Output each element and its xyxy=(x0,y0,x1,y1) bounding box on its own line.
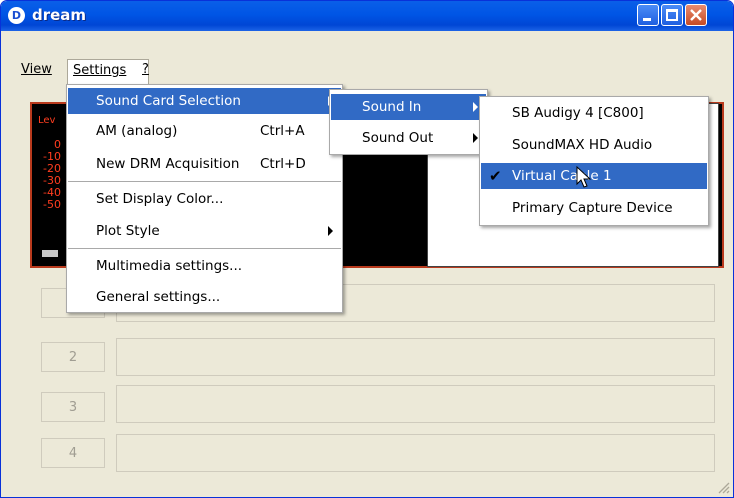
meter-led xyxy=(42,250,58,257)
menu-settings[interactable]: Settings xyxy=(67,59,149,85)
menu-item-label: Multimedia settings... xyxy=(96,258,243,274)
window-title: dream xyxy=(32,6,87,24)
menu-item-sb-audigy[interactable]: SB Audigy 4 [C800] xyxy=(481,100,707,126)
minimize-icon xyxy=(643,18,651,21)
menu-item-soundmax[interactable]: SoundMAX HD Audio xyxy=(481,132,707,158)
menu-item-new-drm-acquisition[interactable]: New DRM Acquisition Ctrl+D xyxy=(68,151,341,177)
menu-item-label: Virtual Cable 1 xyxy=(512,168,612,184)
menu-settings-label: Settings xyxy=(73,63,127,78)
menu-item-label: Primary Capture Device xyxy=(512,200,673,216)
minimize-button[interactable] xyxy=(637,4,659,26)
menu-item-sound-out[interactable]: Sound Out xyxy=(331,125,486,151)
menu-item-label: Sound Card Selection xyxy=(96,93,241,109)
menu-item-plot-style[interactable]: Plot Style xyxy=(68,218,341,244)
service-field-2 xyxy=(116,338,715,376)
close-icon xyxy=(690,9,702,21)
meter-scale: 0 -10 -20 -30 -40 -50 xyxy=(31,139,61,211)
maximize-button[interactable] xyxy=(661,4,683,26)
menu-item-set-display-color[interactable]: Set Display Color... xyxy=(68,186,341,212)
menu-item-primary-capture-device[interactable]: Primary Capture Device xyxy=(481,195,707,221)
menu-item-am-analog[interactable]: AM (analog) Ctrl+A xyxy=(68,118,341,144)
app-icon: D xyxy=(8,7,25,24)
service-button-2[interactable]: 2 xyxy=(41,342,105,372)
menu-item-label: SB Audigy 4 [C800] xyxy=(512,105,644,121)
sound-card-submenu: Sound In Sound Out xyxy=(329,89,488,155)
settings-menu: Sound Card Selection AM (analog) Ctrl+A … xyxy=(66,84,343,313)
menu-item-label: Set Display Color... xyxy=(96,191,224,207)
submenu-arrow-icon xyxy=(328,226,333,236)
menu-item-shortcut: Ctrl+D xyxy=(260,156,306,172)
menu-item-general-settings[interactable]: General settings... xyxy=(68,284,341,310)
menu-item-sound-card-selection[interactable]: Sound Card Selection xyxy=(68,88,341,114)
menu-item-shortcut: Ctrl+A xyxy=(260,123,305,139)
menu-item-label: AM (analog) xyxy=(96,123,178,139)
close-button[interactable] xyxy=(685,4,707,26)
menu-item-virtual-cable-1[interactable]: ✔ Virtual Cable 1 xyxy=(481,163,707,189)
menu-item-label: General settings... xyxy=(96,289,221,305)
menu-item-label: Sound In xyxy=(362,99,422,115)
title-bar[interactable]: D dream xyxy=(1,1,733,31)
menu-item-label: SoundMAX HD Audio xyxy=(512,137,653,153)
menu-item-multimedia-settings[interactable]: Multimedia settings... xyxy=(68,253,341,279)
menu-item-label: New DRM Acquisition xyxy=(96,156,240,172)
maximize-icon xyxy=(666,9,678,21)
menu-item-sound-in[interactable]: Sound In xyxy=(331,94,486,120)
sound-in-submenu: SB Audigy 4 [C800] SoundMAX HD Audio ✔ V… xyxy=(479,96,709,226)
submenu-arrow-icon xyxy=(473,133,478,143)
service-field-3 xyxy=(116,385,715,423)
service-button-3[interactable]: 3 xyxy=(41,392,105,422)
menu-item-label: Plot Style xyxy=(96,223,160,239)
service-button-4[interactable]: 4 xyxy=(41,438,105,468)
menu-help[interactable]: ? xyxy=(142,62,149,77)
menu-help-label: ? xyxy=(142,62,149,77)
menu-view-label: View xyxy=(21,62,52,77)
service-field-4 xyxy=(116,434,715,472)
checkmark-icon: ✔ xyxy=(489,167,502,185)
meter-tick: -50 xyxy=(43,198,61,211)
mouse-cursor-icon xyxy=(576,166,592,188)
resize-grip-icon[interactable] xyxy=(716,480,730,494)
menu-view[interactable]: View xyxy=(21,62,52,77)
menu-item-label: Sound Out xyxy=(362,130,434,146)
menu-separator xyxy=(68,248,341,249)
meter-label: Lev xyxy=(38,115,56,126)
menu-separator xyxy=(68,181,341,182)
submenu-arrow-icon xyxy=(473,102,478,112)
